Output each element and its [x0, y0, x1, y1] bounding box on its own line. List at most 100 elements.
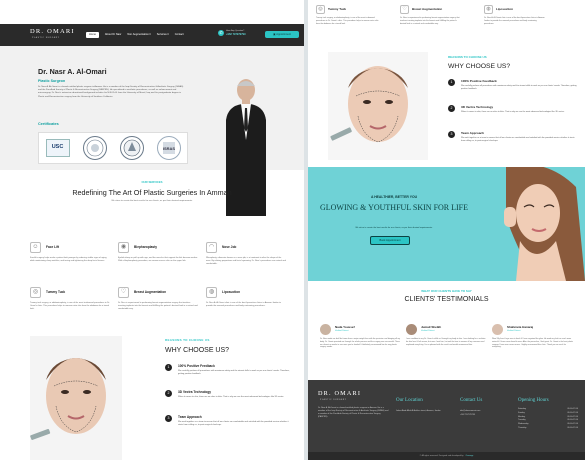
- certificates-strip: USC ISRAS: [38, 132, 188, 164]
- top-navigation-bar: DR. OMARI PLASTIC SURGERY Home About Dr …: [0, 24, 304, 46]
- logo-tagline: PLASTIC SURGERY: [32, 37, 60, 39]
- why-item-text: We work together as a team to ensure tha…: [178, 421, 289, 426]
- testimonial-role: Verified Patient: [507, 330, 521, 332]
- nav-link-home[interactable]: Home: [86, 32, 99, 38]
- nav-link-non-augmentation-label: Non Augmentation: [127, 33, 149, 36]
- service-card-title: Nose Job: [222, 245, 237, 249]
- testimonial-name: Jumail Sheikh: [421, 325, 442, 329]
- appointment-button[interactable]: ▣ Appointment: [265, 31, 299, 38]
- why-item-text: When it comes to skin, there are no rule…: [178, 396, 284, 398]
- why-item-title: 3D Vectra Technology: [461, 105, 494, 109]
- avatar: [492, 324, 503, 335]
- nav-link-services[interactable]: Services ▾: [157, 33, 169, 37]
- woman-portrait-image: [476, 167, 585, 281]
- service-card-text: Dr. Nasr A. Al-Omari clinic is one of th…: [206, 302, 281, 307]
- site-footer: DR. OMARI PLASTIC SURGERY Dr. Nasr A. Al…: [308, 380, 585, 460]
- eye-icon: ◉: [118, 242, 129, 253]
- banner-subtitle: We strive to create the best results for…: [355, 227, 433, 229]
- doctor-bio: Dr. Nasr A. Al-Omari is a board-certifie…: [38, 86, 184, 98]
- call-number[interactable]: +962 797979799: [226, 33, 246, 36]
- book-appointment-button[interactable]: Book Appointment: [370, 236, 410, 245]
- university-seal-logo: [82, 136, 107, 160]
- hero-section: Dr. Nasr A. Al-Omari Plastic Surgeon Dr.…: [0, 46, 304, 216]
- phone-icon: ✆: [218, 30, 224, 36]
- doctor-role: Plastic Surgeon: [38, 79, 66, 83]
- why-item-number: 1: [165, 364, 172, 371]
- why-item-number: 3: [165, 415, 172, 422]
- testimonial-text: Wow! My face & eye area is fresh & I hav…: [492, 338, 574, 349]
- why-kicker: REASONS TO CHOOSE US: [165, 338, 210, 342]
- testimonial-text: I was confident in my Dr. Omari's skills…: [406, 338, 486, 346]
- why-item-number: 1: [448, 79, 455, 86]
- service-card-text: Dr. Nasr is experienced in performing br…: [400, 17, 460, 25]
- why-item-number: 2: [448, 105, 455, 112]
- face-marking-image: [328, 52, 428, 160]
- hours-time: 09:00-17:00: [567, 426, 578, 429]
- nav-link-services-label: Services: [156, 33, 167, 36]
- breast-icon: ♡: [400, 5, 409, 14]
- society-badge-logo: ISRAS: [156, 136, 181, 160]
- banner-title: GLOWING & YOUTHFUL SKIN FOR LIFE: [319, 203, 469, 212]
- call-box[interactable]: ✆ Have Any Question? +962 797979799: [218, 30, 246, 36]
- nav-link-non-augmentation[interactable]: Non Augmentation ▾: [127, 33, 150, 37]
- service-card-title: Tummy Tuck: [328, 7, 347, 11]
- service-card-title: Liposuction: [496, 7, 513, 11]
- services-subtitle: We strive to create the best results for…: [111, 200, 193, 202]
- footer-logo[interactable]: DR. OMARI: [318, 390, 361, 398]
- usc-certificate-logo: USC: [45, 139, 70, 157]
- footer-about-text: Dr. Nasr A. Al-Omari is a board-certifie…: [318, 407, 389, 418]
- why-item-text: When it comes to skin, there are no rule…: [461, 111, 565, 113]
- opening-hours-list: Saturday 09:00-17:00 Sunday 09:00-17:00 Mo…: [518, 408, 578, 431]
- footer-hours-heading: Opening Hours: [518, 398, 549, 403]
- nav-link-about[interactable]: About Dr Nasr: [105, 33, 121, 37]
- why-title: WHY CHOOSE US?: [448, 63, 511, 70]
- why-kicker: REASONS TO CHOOSE US: [448, 55, 487, 59]
- glowing-skin-banner: A HEALTHIER, BETTER YOU GLOWING & YOUTHF…: [308, 167, 585, 281]
- testimonials-kicker: WHAT OUR CLIENTS HAVE TO SAY: [421, 289, 472, 293]
- call-text: Have Any Question? +962 797979799: [226, 30, 246, 36]
- why-item-title: 3D Vectra Technology: [178, 390, 212, 394]
- service-card-title: Breast Augmentation: [134, 290, 167, 294]
- footer-contact-heading: Contact Us: [460, 398, 483, 403]
- service-card-text: Facelift surgery helps make a patient lo…: [30, 257, 107, 262]
- testimonial-role: Verified Patient: [421, 330, 435, 332]
- service-card-text: Eyelids droop or puff up with age, and t…: [118, 257, 198, 262]
- service-card-text: Tummy tuck surgery, or abdominoplasty, i…: [30, 302, 110, 310]
- services-kicker: OUR SERVICES: [141, 180, 163, 184]
- footer-location-text: Jaber Abed Allah Al Ashkar street, Amman…: [396, 410, 441, 412]
- appointment-button-label: Appointment: [276, 32, 291, 36]
- service-card-text: Rhinoplasty, otherwise known as a nose j…: [206, 257, 286, 265]
- service-card-text: Dr. Nasr A. Al-Omari clinic is one of th…: [484, 17, 545, 25]
- site-logo[interactable]: DR. OMARI: [30, 28, 75, 37]
- why-item-text: We carefully perform all procedures with…: [178, 370, 290, 375]
- tummy-icon: ◎: [30, 287, 41, 298]
- breast-icon: ♡: [118, 287, 129, 298]
- footer-logo-tagline: PLASTIC SURGERY: [320, 399, 347, 401]
- why-item-title: Team Approach: [461, 131, 485, 135]
- service-card-title: Tummy Tuck: [46, 290, 66, 294]
- why-item-text: We carefully perform all procedures with…: [461, 85, 577, 90]
- banner-kicker: A HEALTHIER, BETTER YOU: [370, 195, 418, 199]
- avatar: [320, 324, 331, 335]
- left-page-view: DR. OMARI PLASTIC SURGERY Home About Dr …: [0, 0, 304, 460]
- service-card-text: Tummy tuck surgery, or abdominoplasty, i…: [316, 17, 379, 25]
- footer-phone-link[interactable]: +962 797979799: [460, 414, 475, 417]
- face-icon: ☺: [30, 242, 41, 253]
- services-title: Redefining The Art Of Plastic Surgeries …: [72, 188, 232, 197]
- credit-link[interactable]: Zonzapp: [466, 455, 474, 458]
- svg-text:ISRAS: ISRAS: [162, 146, 175, 151]
- call-label: Have Any Question?: [226, 30, 245, 33]
- why-item-title: Team Approach: [178, 415, 202, 419]
- face-marking-image: [30, 336, 122, 460]
- testimonial-text: Dr. Nasr made me feel like home from a m…: [320, 338, 401, 349]
- avatar: [406, 324, 417, 335]
- lipo-icon: ◍: [206, 287, 217, 298]
- why-item-number: 2: [165, 390, 172, 397]
- nose-icon: ◠: [206, 242, 217, 253]
- service-card-text: Dr. Nasr is experienced in performing br…: [118, 302, 198, 310]
- hours-day: Thursday: [518, 426, 527, 429]
- nav-link-contact[interactable]: Contact: [175, 33, 184, 37]
- lipo-icon: ◍: [484, 5, 493, 14]
- footer-email-link[interactable]: info@drnasromari.com: [460, 410, 480, 413]
- service-card-title: Blepharoplasty: [134, 245, 158, 249]
